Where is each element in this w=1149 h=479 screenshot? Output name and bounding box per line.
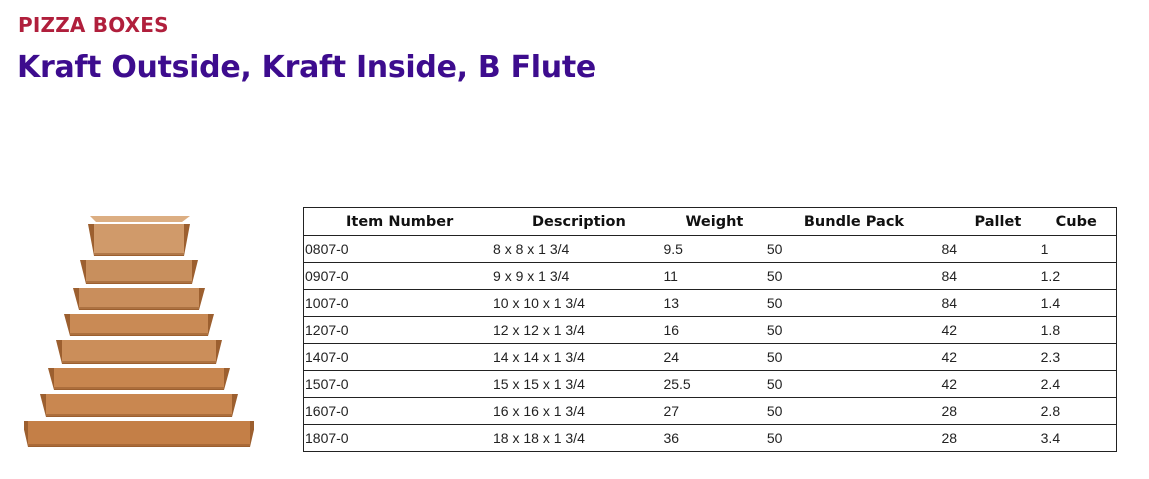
cell-pallet: 28 <box>941 430 958 446</box>
cell-item-number: 0907-0 <box>303 262 493 290</box>
cell-description: 9 x 9 x 1 3/4 <box>492 262 663 290</box>
table-row: 1007-0 10 x 10 x 1 3/4 13 50 84 1.4 <box>303 289 1117 317</box>
cell-pallet: 42 <box>940 370 1040 398</box>
cell-pallet: 84 <box>940 235 1040 263</box>
table-row: 1607-0 16 x 16 x 1 3/4 27 50 28 2.8 <box>303 397 1117 425</box>
column-header-weight: Weight <box>662 207 766 236</box>
page-title: Kraft Outside, Kraft Inside, B Flute <box>17 50 596 85</box>
cell-cube: 2.4 <box>1039 370 1117 398</box>
cell-pallet: 84 <box>940 262 1040 290</box>
cell-bundle-pack: 50 <box>765 343 941 371</box>
cell-bundle-pack: 50 <box>765 235 941 263</box>
column-header-pallet: Pallet <box>940 207 1040 236</box>
box-layer <box>79 288 199 309</box>
cell-description: 16 x 16 x 1 3/4 <box>492 397 663 425</box>
column-header-bundle-pack: Bundle Pack <box>765 207 941 236</box>
column-header-item-number: Item Number <box>303 207 493 236</box>
cell-pallet: 84 <box>940 289 1040 317</box>
cell-item-number: 1007-0 <box>303 289 493 317</box>
box-top-lid <box>90 216 190 222</box>
cell-description: 8 x 8 x 1 3/4 <box>492 235 663 263</box>
product-spec-table: Item Number Description Weight Bundle Pa… <box>303 207 1117 452</box>
table-row: 1407-0 14 x 14 x 1 3/4 24 50 42 2.3 <box>303 343 1117 371</box>
box-layer <box>94 224 184 255</box>
box-layer <box>70 314 208 335</box>
cell-weight: 36 <box>663 430 680 446</box>
cell-description: 14 x 14 x 1 3/4 <box>492 343 663 371</box>
cell-cube: 2.3 <box>1039 343 1117 371</box>
cell-bundle-pack: 50 <box>765 262 941 290</box>
cell-cube: 1 <box>1039 235 1117 263</box>
cell-weight: 24 <box>662 343 766 371</box>
table-row: 0807-0 8 x 8 x 1 3/4 9.5 50 84 1 <box>303 235 1117 263</box>
cell-weight: 13 <box>662 289 766 317</box>
column-header-cube: Cube <box>1039 207 1117 236</box>
cell-cube: 3.4 <box>1040 430 1061 446</box>
cell-bundle-pack: 50 <box>765 370 941 398</box>
table-header-row: Item Number Description Weight Bundle Pa… <box>303 207 1117 236</box>
category-label: PIZZA BOXES <box>18 13 169 37</box>
cell-pallet: 28 <box>940 397 1040 425</box>
cell-description: 15 x 15 x 1 3/4 <box>492 370 663 398</box>
cell-item-number: 1407-0 <box>303 343 493 371</box>
cell-bundle-pack: 50 <box>766 430 783 446</box>
cell-cube: 1.8 <box>1039 316 1117 344</box>
box-layer <box>46 394 232 416</box>
table-row: 0907-0 9 x 9 x 1 3/4 11 50 84 1.2 <box>303 262 1117 290</box>
cell-description: 12 x 12 x 1 3/4 <box>492 316 663 344</box>
cell-description: 10 x 10 x 1 3/4 <box>492 289 663 317</box>
cell-item-number: 1507-0 <box>303 370 493 398</box>
cell-weight: 25.5 <box>662 370 766 398</box>
box-layer <box>86 260 192 283</box>
table-row: 1807-0 18 x 18 x 1 3/4 36 50 28 3.4 <box>304 425 1117 452</box>
cell-bundle-pack: 50 <box>765 289 941 317</box>
cell-item-number: 0807-0 <box>303 235 493 263</box>
box-layer <box>54 368 224 389</box>
cell-weight: 27 <box>662 397 766 425</box>
table-row: 1507-0 15 x 15 x 1 3/4 25.5 50 42 2.4 <box>303 370 1117 398</box>
cell-pallet: 42 <box>940 343 1040 371</box>
cell-bundle-pack: 50 <box>765 397 941 425</box>
cell-description: 18 x 18 x 1 3/4 <box>493 430 585 446</box>
box-layer <box>28 421 250 446</box>
cell-bundle-pack: 50 <box>765 316 941 344</box>
cell-item-number: 1207-0 <box>303 316 493 344</box>
cell-item-number: 1807-0 <box>305 430 349 446</box>
cell-cube: 1.4 <box>1039 289 1117 317</box>
column-header-description: Description <box>492 207 663 236</box>
cell-cube: 2.8 <box>1039 397 1117 425</box>
table-row: 1207-0 12 x 12 x 1 3/4 16 50 42 1.8 <box>303 316 1117 344</box>
cell-weight: 9.5 <box>662 235 766 263</box>
cell-item-number: 1607-0 <box>303 397 493 425</box>
cell-weight: 11 <box>662 262 766 290</box>
stacked-pizza-boxes-image <box>24 216 254 447</box>
cell-weight: 16 <box>662 316 766 344</box>
box-layer <box>62 340 216 363</box>
cell-pallet: 42 <box>940 316 1040 344</box>
cell-cube: 1.2 <box>1039 262 1117 290</box>
